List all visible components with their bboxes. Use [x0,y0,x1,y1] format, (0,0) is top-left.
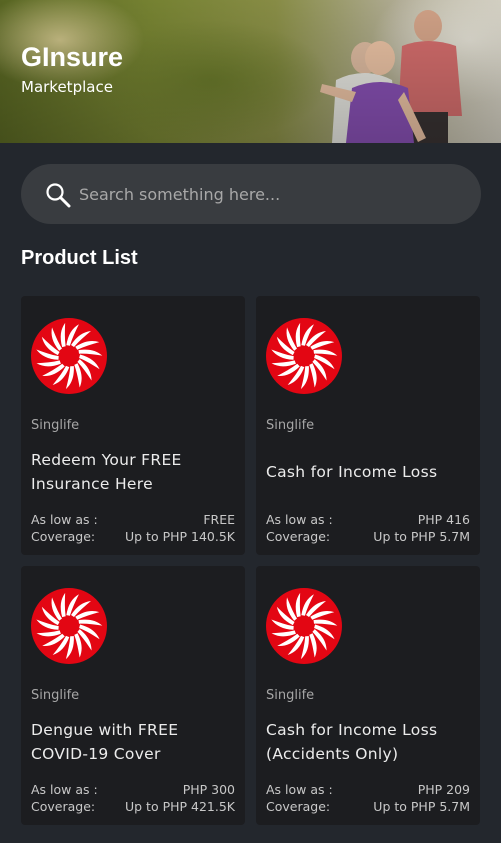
coverage-value: Up to PHP 421.5K [124,799,235,814]
search-icon[interactable] [45,182,71,208]
singlife-logo-icon [266,588,342,664]
product-name: Cash for Income Loss (Accidents Only) [266,721,438,763]
singlife-logo-icon [31,588,107,664]
product-name: Redeem Your FREE Insurance Here [31,451,182,493]
coverage-label: Coverage: [31,529,96,544]
hero-banner: GInsure Marketplace [0,0,501,143]
price-label: As low as : [266,782,333,797]
app-title: GInsure [21,42,124,72]
singlife-logo-icon [266,318,342,394]
provider-name: Singlife [266,418,315,433]
provider-name: Singlife [31,688,80,703]
provider-name: Singlife [31,418,80,433]
coverage-value: Up to PHP 5.7M [373,799,470,814]
search-bar[interactable] [21,164,481,224]
price-label: As low as : [266,512,333,527]
price-value: PHP 300 [182,782,235,797]
app-subtitle: Marketplace [21,78,113,96]
provider-name: Singlife [266,688,315,703]
coverage-label: Coverage: [31,799,96,814]
product-card[interactable]: Singlife Cash for Income Loss As low as … [256,296,480,555]
price-value: FREE [203,512,235,527]
price-value: PHP 416 [417,512,470,527]
singlife-logo-icon [31,318,107,394]
product-card[interactable]: Singlife Dengue with FREE COVID-19 Cover… [21,566,245,825]
product-card[interactable]: Singlife Cash for Income Loss (Accidents… [256,566,480,825]
price-label: As low as : [31,782,98,797]
coverage-label: Coverage: [266,799,331,814]
price-value: PHP 209 [417,782,470,797]
price-label: As low as : [31,512,98,527]
coverage-value: Up to PHP 5.7M [373,529,470,544]
section-title: Product List [21,247,138,269]
product-card[interactable]: Singlife Redeem Your FREE Insurance Here… [21,296,245,555]
coverage-value: Up to PHP 140.5K [124,529,235,544]
search-input[interactable] [79,164,459,224]
product-name: Dengue with FREE COVID-19 Cover [31,721,179,763]
coverage-label: Coverage: [266,529,331,544]
product-name: Cash for Income Loss [266,463,438,481]
